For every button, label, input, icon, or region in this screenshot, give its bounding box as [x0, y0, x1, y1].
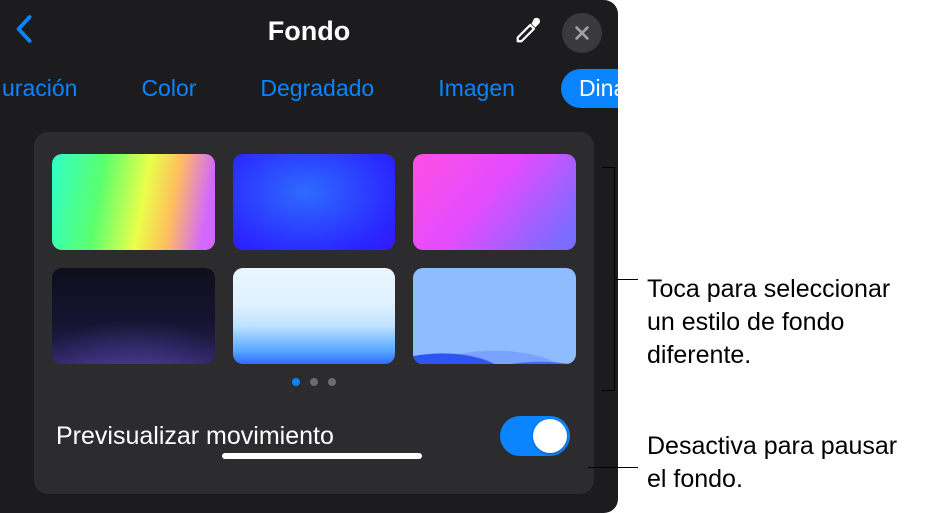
panel-header: Fondo	[0, 0, 618, 62]
preview-motion-label: Previsualizar movimiento	[56, 422, 334, 451]
swatch-dynamic-2[interactable]	[233, 154, 396, 250]
pagination-dots	[52, 378, 576, 386]
page-dot-2[interactable]	[310, 378, 318, 386]
preview-motion-toggle[interactable]	[500, 416, 570, 456]
tab-dynamic[interactable]: Dinámico	[561, 69, 618, 108]
toggle-knob	[533, 419, 567, 453]
back-button[interactable]	[14, 12, 36, 46]
swatch-dynamic-6[interactable]	[413, 268, 576, 364]
tab-bar: uración Color Degradado Imagen Dinámico	[0, 62, 618, 114]
swatch-dynamic-5[interactable]	[233, 268, 396, 364]
swatch-grid	[52, 154, 576, 364]
callout-line-toggle	[588, 467, 638, 468]
panel-title: Fondo	[268, 16, 350, 47]
close-button[interactable]	[562, 13, 602, 53]
close-icon	[573, 24, 591, 42]
tab-duration[interactable]: uración	[0, 69, 95, 108]
content-card: Previsualizar movimiento	[34, 132, 594, 494]
page-dot-1[interactable]	[292, 378, 300, 386]
eyedropper-button[interactable]	[514, 15, 544, 45]
tab-color[interactable]: Color	[123, 69, 214, 108]
callout-bracket-grid	[602, 167, 638, 391]
chevron-left-icon	[14, 12, 36, 46]
tab-image[interactable]: Imagen	[420, 69, 533, 108]
swatch-dynamic-1[interactable]	[52, 154, 215, 250]
background-panel: Fondo uración Color Degradado Imagen Din…	[0, 0, 618, 513]
page-dot-3[interactable]	[328, 378, 336, 386]
callout-toggle: Desactiva para pausar el fondo.	[647, 430, 907, 496]
home-indicator	[222, 453, 422, 459]
preview-motion-row: Previsualizar movimiento	[52, 416, 576, 456]
callout-grid: Toca para seleccionar un estilo de fondo…	[647, 273, 919, 372]
swatch-dynamic-4[interactable]	[52, 268, 215, 364]
eyedropper-icon	[514, 15, 544, 45]
swatch-dynamic-3[interactable]	[413, 154, 576, 250]
tab-gradient[interactable]: Degradado	[242, 69, 392, 108]
